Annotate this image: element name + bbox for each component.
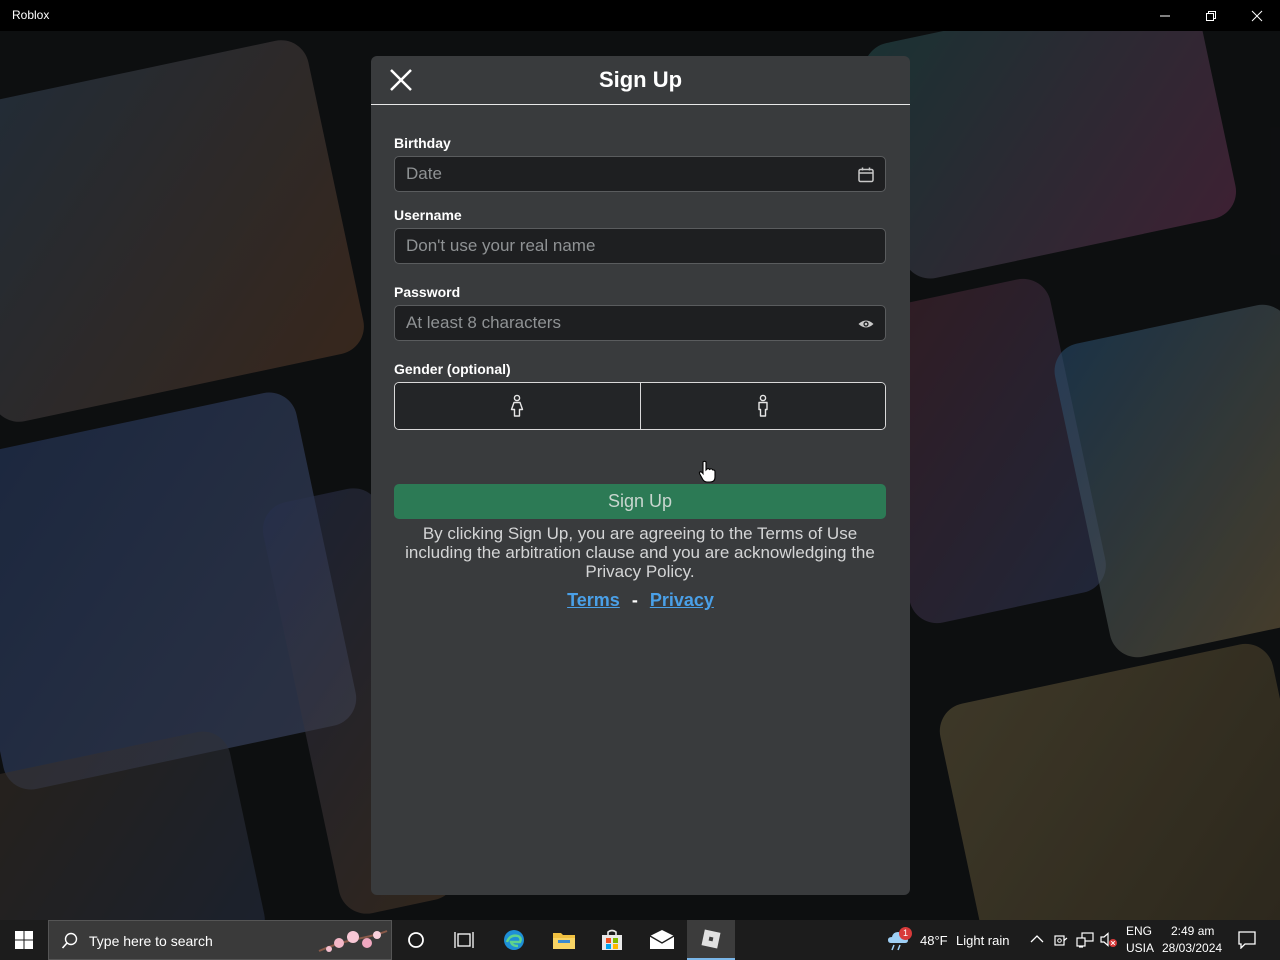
gender-label: Gender (optional) <box>394 361 511 377</box>
username-label: Username <box>394 207 462 223</box>
store-bag-icon <box>602 929 622 950</box>
weather-temperature[interactable]: 48°F <box>920 933 948 948</box>
meet-now-icon[interactable] <box>1054 932 1068 948</box>
notification-center-icon[interactable] <box>1238 931 1256 949</box>
file-explorer-taskbar-button[interactable] <box>540 920 588 960</box>
weather-alert-badge: 1 <box>899 927 912 940</box>
hand-cursor-icon <box>698 460 716 483</box>
task-view-button[interactable] <box>440 920 488 960</box>
mail-taskbar-button[interactable] <box>638 920 686 960</box>
edge-taskbar-button[interactable] <box>490 920 538 960</box>
terms-link[interactable]: Terms <box>567 590 620 610</box>
edge-browser-icon <box>504 930 524 950</box>
legal-links: Terms - Privacy <box>371 590 910 611</box>
restore-button[interactable] <box>1188 0 1234 31</box>
search-placeholder: Type here to search <box>89 933 213 949</box>
task-view-icon <box>454 932 474 948</box>
windows-logo-icon <box>15 931 33 949</box>
birthday-field[interactable] <box>394 156 886 192</box>
password-field[interactable] <box>394 305 886 341</box>
cortana-icon <box>408 932 424 948</box>
close-icon <box>1251 10 1263 21</box>
female-icon <box>511 394 524 417</box>
weather-description[interactable]: Light rain <box>956 933 1009 948</box>
legal-text: By clicking Sign Up, you are agreeing to… <box>405 524 875 581</box>
taskbar-search-box[interactable]: Type here to search <box>48 920 392 960</box>
close-window-button[interactable] <box>1234 0 1280 31</box>
window-titlebar: Roblox <box>0 0 1280 31</box>
cortana-button[interactable] <box>392 920 440 960</box>
male-icon <box>758 394 768 417</box>
app-title: Roblox <box>12 8 50 22</box>
signup-button[interactable]: Sign Up <box>394 484 886 519</box>
folder-icon <box>553 933 575 949</box>
volume-muted-icon[interactable] <box>1100 932 1118 948</box>
gender-female-button[interactable] <box>395 383 640 429</box>
password-input[interactable] <box>395 306 885 340</box>
gender-selector <box>394 382 886 430</box>
birthday-input[interactable] <box>395 157 885 191</box>
keyboard-layout[interactable]: USIA <box>1126 941 1154 955</box>
privacy-link[interactable]: Privacy <box>650 590 714 610</box>
start-button[interactable] <box>0 920 48 960</box>
minimize-button[interactable] <box>1142 0 1188 31</box>
chevron-up-icon[interactable] <box>1030 934 1044 944</box>
mail-icon <box>649 930 675 949</box>
store-taskbar-button[interactable] <box>588 920 636 960</box>
password-label: Password <box>394 284 461 300</box>
restore-icon <box>1206 10 1216 21</box>
taskbar: Type here to search 1 48°F Light rain EN… <box>0 920 1280 960</box>
search-icon <box>61 932 78 949</box>
modal-title: Sign Up <box>598 67 683 92</box>
signup-modal: Sign Up Birthday Username Password Gende… <box>371 56 910 895</box>
username-input[interactable] <box>395 229 885 263</box>
username-field[interactable] <box>394 228 886 264</box>
eye-icon[interactable] <box>857 315 875 333</box>
modal-header: Sign Up <box>371 56 910 105</box>
network-icon[interactable] <box>1076 932 1094 948</box>
gender-male-button[interactable] <box>639 383 885 429</box>
clock-date[interactable]: 28/03/2024 <box>1162 941 1222 955</box>
clock-time[interactable]: 2:49 am <box>1171 924 1214 938</box>
birthday-label: Birthday <box>394 135 451 151</box>
roblox-logo-icon <box>701 929 721 949</box>
link-separator: - <box>631 590 638 610</box>
cherry-blossom-icon <box>318 930 388 952</box>
language-code[interactable]: ENG <box>1126 924 1152 938</box>
calendar-icon[interactable] <box>857 166 875 184</box>
roblox-taskbar-button[interactable] <box>687 920 735 960</box>
minimize-icon <box>1160 15 1170 16</box>
